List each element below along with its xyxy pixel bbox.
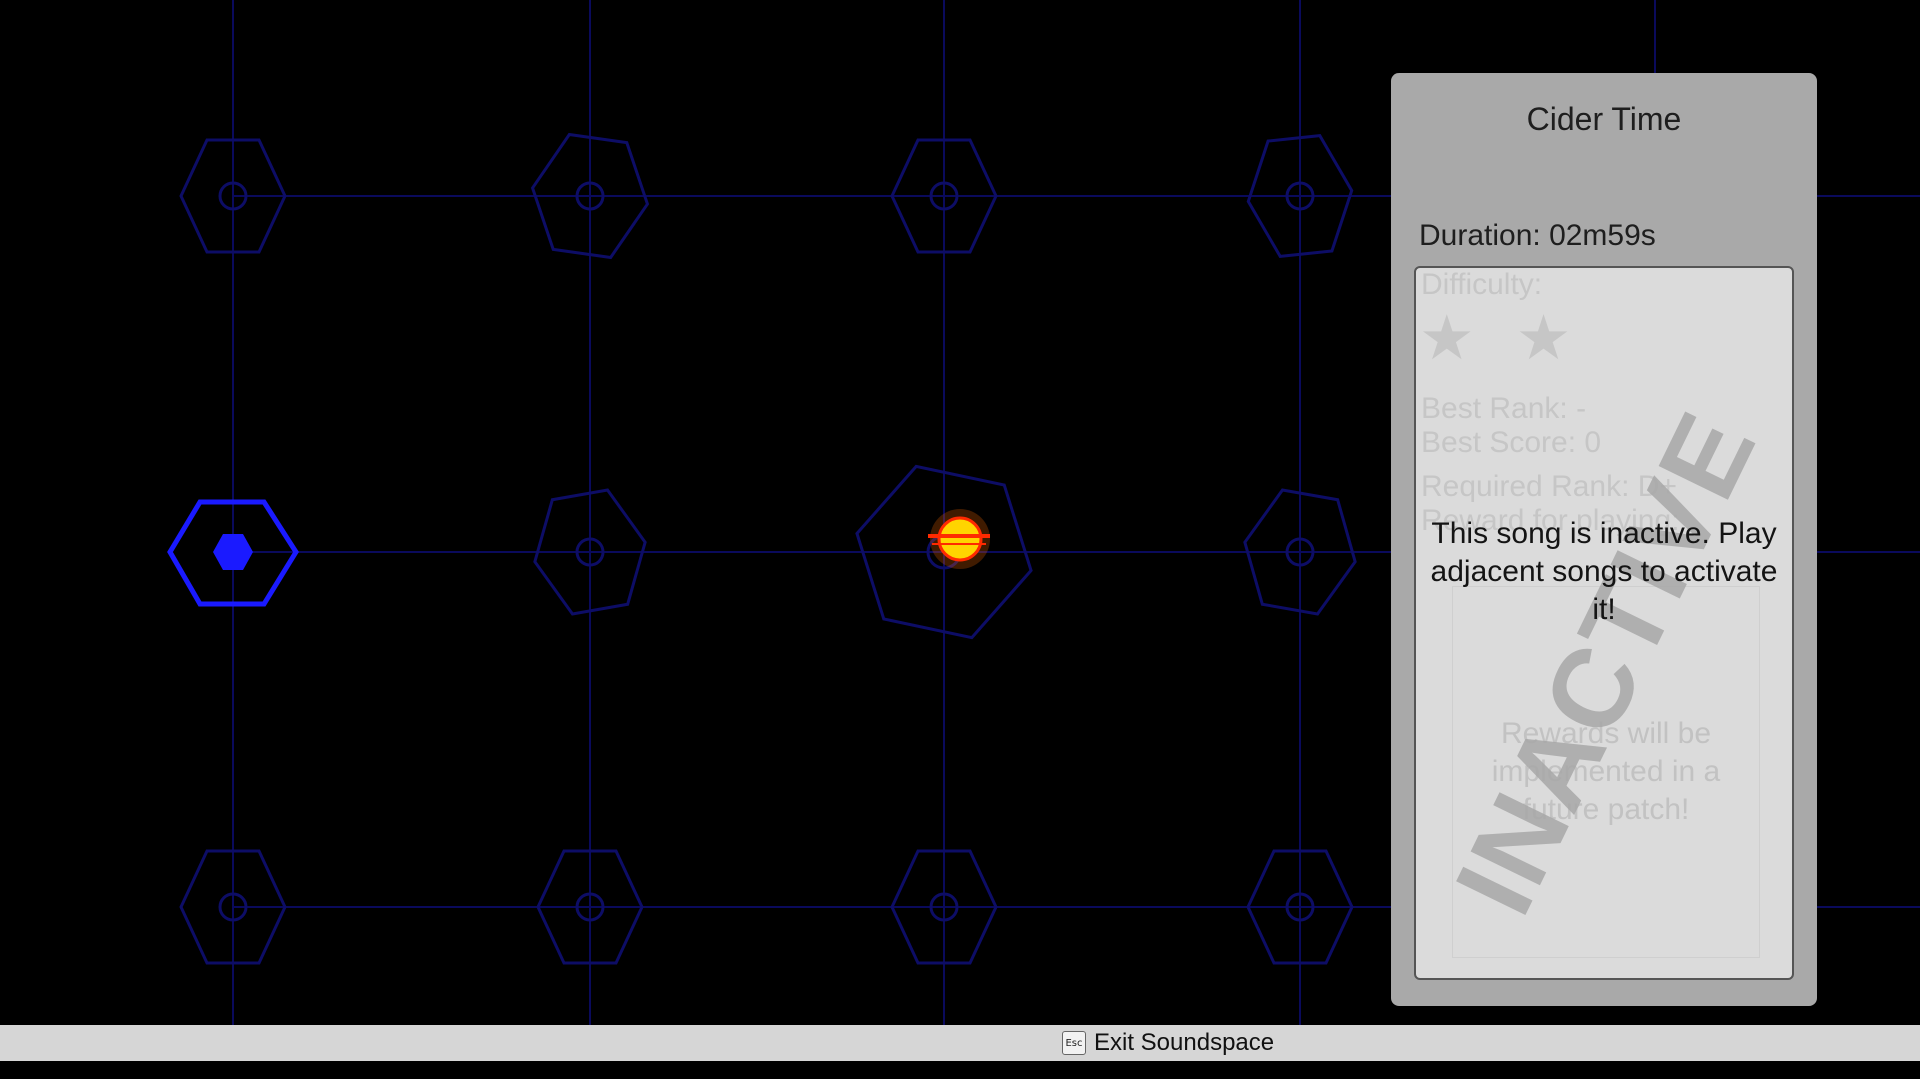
song-title: Cider Time [1526, 101, 1682, 137]
inactive-message: This song is inactive. Play adjacent son… [1430, 517, 1778, 626]
song-details-box: Difficulty: ★ ★ Best Rank: - Best Score:… [1414, 266, 1794, 980]
song-info-panel: Cider Time Duration: 02m59s Difficulty: … [1391, 73, 1817, 1006]
best-rank: Best Rank: - [1421, 392, 1587, 425]
exit-soundspace-button[interactable]: Esc Exit Soundspace [1062, 1029, 1274, 1057]
bottom-bar: Esc Exit Soundspace [0, 1025, 1920, 1061]
best-score: Best Score: 0 [1421, 426, 1602, 459]
exit-label: Exit Soundspace [1094, 1029, 1275, 1056]
song-duration: Duration: 02m59s [1419, 219, 1656, 252]
difficulty-label: Difficulty: [1421, 268, 1543, 301]
esc-key-icon: Esc [1062, 1031, 1086, 1055]
difficulty-stars: ★ ★ [1419, 304, 1584, 373]
player-orb-icon [928, 509, 990, 569]
